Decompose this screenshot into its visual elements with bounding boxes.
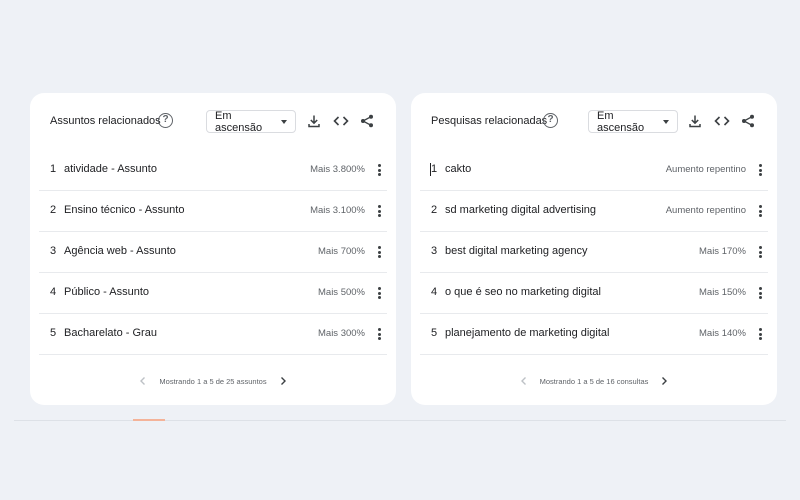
row-rank: 5 (431, 327, 438, 339)
more-vertical-icon[interactable] (757, 285, 763, 301)
related-queries-card: Pesquisas relacionadas ? Em ascensão 1 c… (411, 93, 777, 405)
row-rank: 2 (431, 204, 438, 216)
more-vertical-icon[interactable] (757, 162, 763, 178)
list-item[interactable]: 3 best digital marketing agency Mais 170… (420, 232, 768, 273)
row-label[interactable]: sd marketing digital advertising (445, 204, 596, 216)
list-item[interactable]: 5 planejamento de marketing digital Mais… (420, 314, 768, 355)
row-rank: 1 (50, 163, 57, 175)
queries-list: 1 cakto Aumento repentino 2 sd marketing… (420, 150, 768, 355)
dropdown-value: Em ascensão (215, 109, 263, 134)
chevron-left-icon[interactable] (137, 375, 149, 387)
row-label[interactable]: planejamento de marketing digital (445, 327, 610, 339)
code-embed-icon[interactable] (713, 112, 731, 130)
card-title: Assuntos relacionados (50, 115, 161, 127)
list-item[interactable]: 4 o que é seo no marketing digital Mais … (420, 273, 768, 314)
row-label[interactable]: cakto (445, 163, 471, 175)
list-item[interactable]: 2 Ensino técnico - Assunto Mais 3.100% (39, 191, 387, 232)
row-label[interactable]: atividade - Assunto (64, 163, 157, 175)
dropdown-value: Em ascensão (597, 109, 645, 134)
more-vertical-icon[interactable] (376, 203, 382, 219)
row-rank: 1 (431, 163, 438, 175)
list-item[interactable]: 4 Público - Assunto Mais 500% (39, 273, 387, 314)
row-rank: 2 (50, 204, 57, 216)
code-embed-icon[interactable] (332, 112, 350, 130)
download-icon[interactable] (305, 112, 323, 130)
trend-filter-dropdown[interactable]: Em ascensão (588, 109, 678, 134)
pagination: Mostrando 1 a 5 de 16 consultas (411, 375, 777, 387)
caret-down-icon (663, 119, 669, 124)
more-vertical-icon[interactable] (376, 244, 382, 260)
download-icon[interactable] (686, 112, 704, 130)
list-item[interactable]: 3 Agência web - Assunto Mais 700% (39, 232, 387, 273)
share-icon[interactable] (739, 112, 757, 130)
row-value: Mais 170% (699, 246, 746, 257)
more-vertical-icon[interactable] (757, 203, 763, 219)
row-label[interactable]: o que é seo no marketing digital (445, 286, 601, 298)
trend-filter-dropdown[interactable]: Em ascensão (206, 109, 296, 134)
chevron-right-icon[interactable] (277, 375, 289, 387)
row-rank: 4 (50, 286, 57, 298)
row-value: Mais 150% (699, 287, 746, 298)
row-value: Aumento repentino (665, 205, 746, 216)
row-rank: 5 (50, 327, 57, 339)
more-vertical-icon[interactable] (376, 326, 382, 342)
row-value: Aumento repentino (665, 164, 746, 175)
list-item[interactable]: 5 Bacharelato - Grau Mais 300% (39, 314, 387, 355)
row-value: Mais 500% (318, 287, 365, 298)
more-vertical-icon[interactable] (757, 326, 763, 342)
share-icon[interactable] (358, 112, 376, 130)
row-rank: 3 (431, 245, 438, 257)
row-value: Mais 300% (318, 328, 365, 339)
caret-down-icon (281, 119, 287, 124)
card-title: Pesquisas relacionadas (431, 115, 548, 127)
row-value: Mais 140% (699, 328, 746, 339)
more-vertical-icon[interactable] (376, 162, 382, 178)
row-label[interactable]: Ensino técnico - Assunto (64, 204, 184, 216)
list-item[interactable]: 1 atividade - Assunto Mais 3.800% (39, 150, 387, 191)
help-icon[interactable]: ? (543, 113, 558, 128)
list-item[interactable]: 1 cakto Aumento repentino (420, 150, 768, 191)
row-value: Mais 3.800% (310, 164, 365, 175)
more-vertical-icon[interactable] (757, 244, 763, 260)
chevron-left-icon[interactable] (518, 375, 530, 387)
divider (14, 420, 786, 421)
row-rank: 3 (50, 245, 57, 257)
list-item[interactable]: 2 sd marketing digital advertising Aumen… (420, 191, 768, 232)
text-cursor (430, 163, 431, 176)
card-header: Pesquisas relacionadas ? Em ascensão (411, 93, 777, 149)
card-header: Assuntos relacionados ? Em ascensão (30, 93, 396, 149)
row-label[interactable]: Agência web - Assunto (64, 245, 176, 257)
more-vertical-icon[interactable] (376, 285, 382, 301)
pagination-label: Mostrando 1 a 5 de 25 assuntos (159, 376, 267, 386)
pagination-label: Mostrando 1 a 5 de 16 consultas (539, 376, 649, 386)
row-value: Mais 700% (318, 246, 365, 257)
row-rank: 4 (431, 286, 438, 298)
row-label[interactable]: Bacharelato - Grau (64, 327, 157, 339)
pagination: Mostrando 1 a 5 de 25 assuntos (30, 375, 396, 387)
row-label[interactable]: Público - Assunto (64, 286, 149, 298)
chevron-right-icon[interactable] (658, 375, 670, 387)
accent-bar (133, 419, 165, 421)
topics-list: 1 atividade - Assunto Mais 3.800% 2 Ensi… (39, 150, 387, 355)
related-topics-card: Assuntos relacionados ? Em ascensão 1 at… (30, 93, 396, 405)
row-value: Mais 3.100% (310, 205, 365, 216)
row-label[interactable]: best digital marketing agency (445, 245, 587, 257)
help-icon[interactable]: ? (158, 113, 173, 128)
